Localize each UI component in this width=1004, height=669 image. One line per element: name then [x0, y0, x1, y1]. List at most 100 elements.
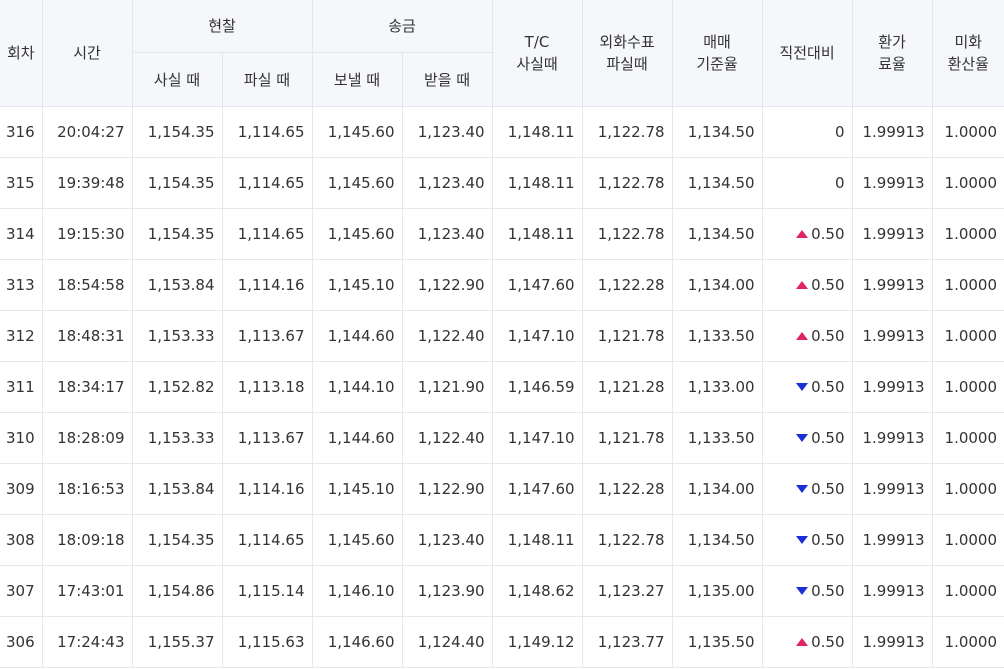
- header-time: 시간: [42, 0, 133, 107]
- cell-round: 313: [0, 259, 43, 311]
- cell-change: 0.50: [762, 616, 853, 668]
- header-cash: 현찰: [132, 0, 313, 53]
- cell-fx-check-sell: 1,123.27: [582, 565, 673, 617]
- cell-cash-buy: 1,154.35: [132, 208, 223, 260]
- arrow-down-icon: [796, 434, 809, 442]
- change-value: 0.50: [811, 276, 845, 294]
- cell-cash-sell: 1,114.16: [222, 463, 313, 515]
- cell-exchange-fee: 1.99913: [852, 616, 933, 668]
- cell-tc-buy: 1,148.11: [492, 208, 583, 260]
- header-remit-receive: 받을 때: [402, 52, 493, 107]
- cell-cash-buy: 1,154.86: [132, 565, 223, 617]
- table-row: 313 18:54:58 1,153.84 1,114.16 1,145.10 1,122…: [0, 259, 1004, 311]
- cell-time: 19:15:30: [42, 208, 133, 260]
- cell-base-rate: 1,134.00: [672, 463, 763, 515]
- cell-change: 0.50: [762, 208, 853, 260]
- cell-time: 17:24:43: [42, 616, 133, 668]
- cell-usd-rate: 1.0000: [932, 565, 1004, 617]
- cell-base-rate: 1,134.50: [672, 106, 763, 158]
- cell-usd-rate: 1.0000: [932, 106, 1004, 158]
- cell-usd-rate: 1.0000: [932, 412, 1004, 464]
- cell-base-rate: 1,135.00: [672, 565, 763, 617]
- cell-base-rate: 1,133.50: [672, 412, 763, 464]
- cell-change: 0.50: [762, 412, 853, 464]
- cell-remit-receive: 1,122.40: [402, 310, 493, 362]
- cell-time: 18:54:58: [42, 259, 133, 311]
- cell-tc-buy: 1,148.11: [492, 157, 583, 209]
- change-value: 0.50: [811, 225, 845, 243]
- header-cash-sell: 파실 때: [222, 52, 313, 107]
- cell-time: 19:39:48: [42, 157, 133, 209]
- header-change: 직전대비: [762, 0, 853, 107]
- cell-change: 0.50: [762, 259, 853, 311]
- header-round: 회차: [0, 0, 43, 107]
- cell-remit-send: 1,145.60: [312, 106, 403, 158]
- cell-cash-buy: 1,153.33: [132, 310, 223, 362]
- cell-cash-buy: 1,154.35: [132, 514, 223, 566]
- cell-exchange-fee: 1.99913: [852, 514, 933, 566]
- change-value: 0.50: [811, 327, 845, 345]
- cell-exchange-fee: 1.99913: [852, 361, 933, 413]
- cell-time: 18:16:53: [42, 463, 133, 515]
- cell-usd-rate: 1.0000: [932, 514, 1004, 566]
- cell-fx-check-sell: 1,123.77: [582, 616, 673, 668]
- cell-exchange-fee: 1.99913: [852, 208, 933, 260]
- cell-base-rate: 1,134.50: [672, 514, 763, 566]
- arrow-up-icon: [796, 332, 809, 340]
- cell-usd-rate: 1.0000: [932, 616, 1004, 668]
- cell-remit-receive: 1,122.90: [402, 259, 493, 311]
- cell-remit-send: 1,144.60: [312, 310, 403, 362]
- cell-exchange-fee: 1.99913: [852, 463, 933, 515]
- table-row: 308 18:09:18 1,154.35 1,114.65 1,145.60 1,123…: [0, 514, 1004, 566]
- cell-remit-receive: 1,124.40: [402, 616, 493, 668]
- cell-fx-check-sell: 1,122.78: [582, 157, 673, 209]
- header-remit-send: 보낼 때: [312, 52, 403, 107]
- arrow-up-icon: [796, 281, 809, 289]
- cell-change: 0.50: [762, 463, 853, 515]
- cell-round: 306: [0, 616, 43, 668]
- cell-remit-receive: 1,122.40: [402, 412, 493, 464]
- cell-cash-buy: 1,153.84: [132, 463, 223, 515]
- table-row: 307 17:43:01 1,154.86 1,115.14 1,146.10 1,123…: [0, 565, 1004, 617]
- table-row: 316 20:04:27 1,154.35 1,114.65 1,145.60 1,123…: [0, 106, 1004, 158]
- cell-fx-check-sell: 1,122.78: [582, 106, 673, 158]
- cell-tc-buy: 1,147.10: [492, 310, 583, 362]
- cell-usd-rate: 1.0000: [932, 208, 1004, 260]
- cell-tc-buy: 1,147.60: [492, 259, 583, 311]
- header-exchange-fee: 환가 료율: [852, 0, 933, 107]
- cell-change: 0.50: [762, 310, 853, 362]
- change-value: 0.50: [811, 582, 845, 600]
- cell-remit-receive: 1,122.90: [402, 463, 493, 515]
- cell-cash-buy: 1,153.33: [132, 412, 223, 464]
- cell-cash-sell: 1,113.18: [222, 361, 313, 413]
- cell-base-rate: 1,134.50: [672, 157, 763, 209]
- cell-usd-rate: 1.0000: [932, 259, 1004, 311]
- cell-cash-buy: 1,154.35: [132, 106, 223, 158]
- cell-tc-buy: 1,148.62: [492, 565, 583, 617]
- cell-time: 18:28:09: [42, 412, 133, 464]
- cell-exchange-fee: 1.99913: [852, 412, 933, 464]
- cell-round: 310: [0, 412, 43, 464]
- cell-change: 0.50: [762, 361, 853, 413]
- cell-cash-sell: 1,113.67: [222, 412, 313, 464]
- cell-remit-send: 1,145.10: [312, 463, 403, 515]
- arrow-down-icon: [796, 485, 809, 493]
- cell-cash-sell: 1,115.14: [222, 565, 313, 617]
- cell-tc-buy: 1,148.11: [492, 106, 583, 158]
- cell-cash-sell: 1,114.65: [222, 157, 313, 209]
- cell-base-rate: 1,135.50: [672, 616, 763, 668]
- cell-exchange-fee: 1.99913: [852, 565, 933, 617]
- cell-exchange-fee: 1.99913: [852, 310, 933, 362]
- cell-remit-receive: 1,123.40: [402, 514, 493, 566]
- cell-cash-sell: 1,115.63: [222, 616, 313, 668]
- arrow-down-icon: [796, 536, 809, 544]
- cell-base-rate: 1,134.50: [672, 208, 763, 260]
- cell-fx-check-sell: 1,122.78: [582, 208, 673, 260]
- table-row: 310 18:28:09 1,153.33 1,113.67 1,144.60 1,122…: [0, 412, 1004, 464]
- change-value: 0: [834, 174, 845, 192]
- cell-time: 18:48:31: [42, 310, 133, 362]
- cell-exchange-fee: 1.99913: [852, 259, 933, 311]
- cell-cash-buy: 1,152.82: [132, 361, 223, 413]
- cell-fx-check-sell: 1,122.28: [582, 259, 673, 311]
- exchange-rate-table: 회차 시간 현찰 송금 T/C 사실때 외화수표 파실때 매매 기준율 직전대비 환가…: [0, 0, 1004, 668]
